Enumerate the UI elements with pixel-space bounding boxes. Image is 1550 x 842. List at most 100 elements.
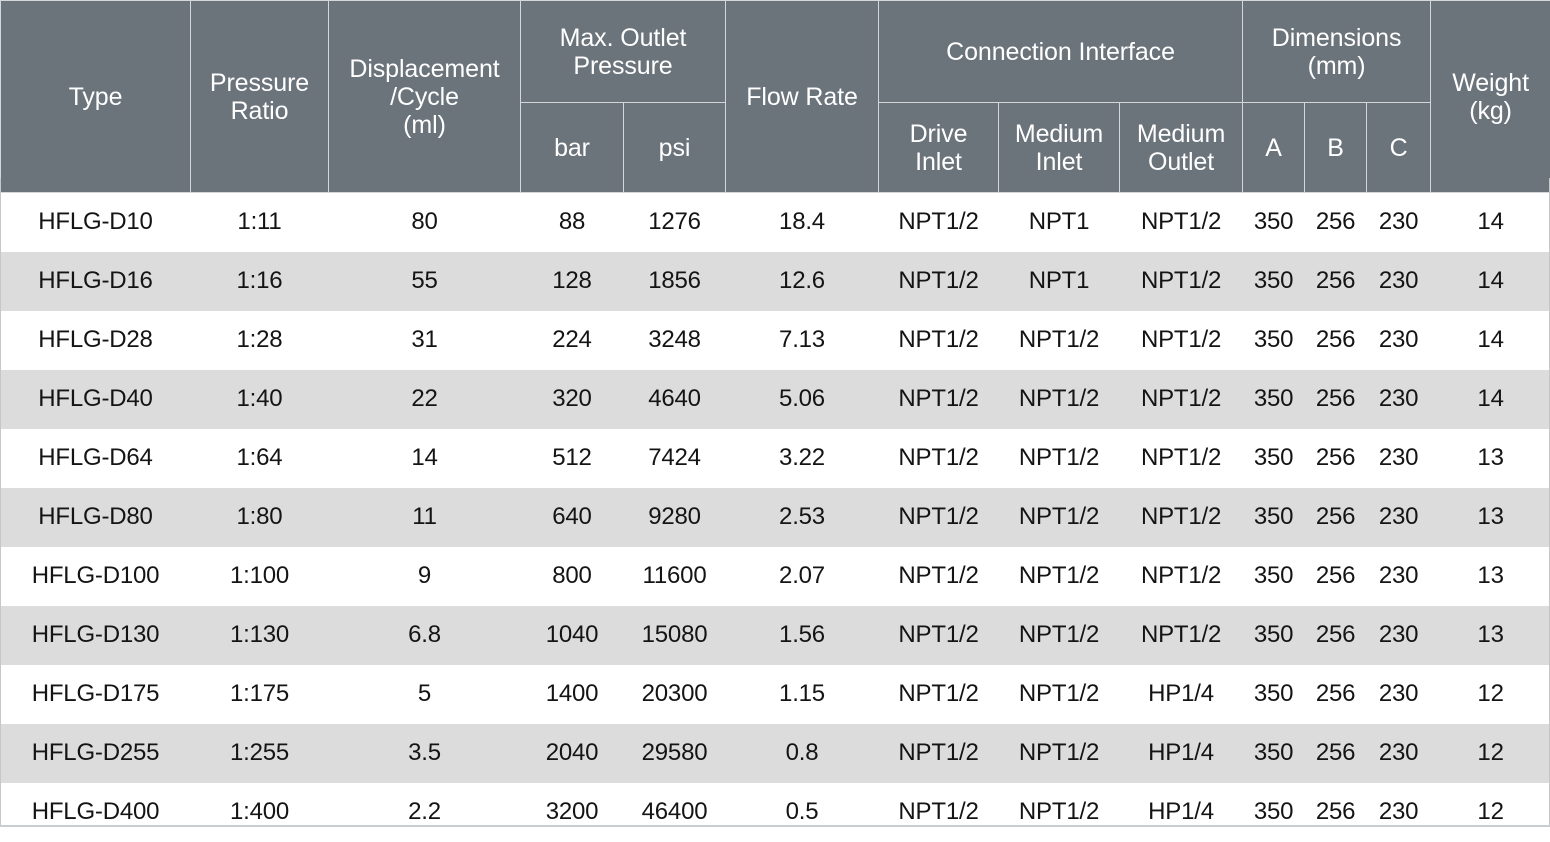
cell-dim-a: 350 bbox=[1243, 665, 1305, 724]
cell-bar: 88 bbox=[521, 193, 624, 253]
cell-dim-c: 230 bbox=[1367, 724, 1431, 783]
cell-drive-inlet: NPT1/2 bbox=[879, 252, 999, 311]
cell-medium-inlet: NPT1/2 bbox=[999, 783, 1120, 842]
column-header-psi: psi bbox=[624, 103, 726, 193]
column-header-medium-inlet: MediumInlet bbox=[999, 103, 1120, 193]
cell-medium-outlet: NPT1/2 bbox=[1120, 547, 1243, 606]
cell-type: HFLG-D40 bbox=[1, 370, 191, 429]
cell-flow-rate: 7.13 bbox=[726, 311, 879, 370]
cell-displacement: 6.8 bbox=[329, 606, 521, 665]
cell-medium-outlet: HP1/4 bbox=[1120, 665, 1243, 724]
cell-drive-inlet: NPT1/2 bbox=[879, 547, 999, 606]
cell-medium-inlet: NPT1/2 bbox=[999, 606, 1120, 665]
cell-dim-c: 230 bbox=[1367, 429, 1431, 488]
cell-dim-c: 230 bbox=[1367, 606, 1431, 665]
cell-type: HFLG-D255 bbox=[1, 724, 191, 783]
cell-drive-inlet: NPT1/2 bbox=[879, 370, 999, 429]
cell-psi: 9280 bbox=[624, 488, 726, 547]
column-header-displacement-per-cycle: Displacement/Cycle(ml) bbox=[329, 1, 521, 193]
cell-type: HFLG-D130 bbox=[1, 606, 191, 665]
cell-weight: 12 bbox=[1431, 665, 1550, 724]
cell-displacement: 5 bbox=[329, 665, 521, 724]
table-row: HFLG-D1001:1009800116002.07NPT1/2NPT1/2N… bbox=[1, 547, 1550, 606]
cell-flow-rate: 2.07 bbox=[726, 547, 879, 606]
cell-dim-b: 256 bbox=[1305, 311, 1367, 370]
column-header-connection-interface: Connection Interface bbox=[879, 1, 1243, 103]
cell-displacement: 9 bbox=[329, 547, 521, 606]
table-row: HFLG-D1301:1306.81040150801.56NPT1/2NPT1… bbox=[1, 606, 1550, 665]
cell-dim-b: 256 bbox=[1305, 783, 1367, 842]
cell-medium-outlet: NPT1/2 bbox=[1120, 429, 1243, 488]
table-row: HFLG-D1751:17551400203001.15NPT1/2NPT1/2… bbox=[1, 665, 1550, 724]
cell-medium-outlet: NPT1/2 bbox=[1120, 606, 1243, 665]
cell-psi: 29580 bbox=[624, 724, 726, 783]
cell-drive-inlet: NPT1/2 bbox=[879, 193, 999, 253]
cell-dim-c: 230 bbox=[1367, 370, 1431, 429]
table-frame-bottom bbox=[0, 825, 1550, 827]
cell-drive-inlet: NPT1/2 bbox=[879, 606, 999, 665]
cell-dim-a: 350 bbox=[1243, 724, 1305, 783]
cell-medium-inlet: NPT1/2 bbox=[999, 547, 1120, 606]
cell-type: HFLG-D28 bbox=[1, 311, 191, 370]
cell-pressure-ratio: 1:175 bbox=[191, 665, 329, 724]
cell-dim-a: 350 bbox=[1243, 252, 1305, 311]
cell-dim-b: 256 bbox=[1305, 252, 1367, 311]
cell-pressure-ratio: 1:130 bbox=[191, 606, 329, 665]
cell-medium-inlet: NPT1 bbox=[999, 252, 1120, 311]
cell-weight: 14 bbox=[1431, 252, 1550, 311]
table-body: HFLG-D101:118088127618.4NPT1/2NPT1NPT1/2… bbox=[1, 193, 1550, 842]
cell-medium-inlet: NPT1/2 bbox=[999, 488, 1120, 547]
cell-psi: 1856 bbox=[624, 252, 726, 311]
column-header-bar: bar bbox=[521, 103, 624, 193]
cell-bar: 224 bbox=[521, 311, 624, 370]
cell-dim-b: 256 bbox=[1305, 606, 1367, 665]
cell-displacement: 14 bbox=[329, 429, 521, 488]
cell-flow-rate: 18.4 bbox=[726, 193, 879, 253]
cell-weight: 12 bbox=[1431, 724, 1550, 783]
cell-flow-rate: 3.22 bbox=[726, 429, 879, 488]
cell-weight: 13 bbox=[1431, 488, 1550, 547]
cell-type: HFLG-D16 bbox=[1, 252, 191, 311]
column-header-dimension-b: B bbox=[1305, 103, 1367, 193]
cell-pressure-ratio: 1:80 bbox=[191, 488, 329, 547]
cell-displacement: 11 bbox=[329, 488, 521, 547]
column-header-medium-outlet: MediumOutlet bbox=[1120, 103, 1243, 193]
cell-dim-b: 256 bbox=[1305, 370, 1367, 429]
cell-dim-a: 350 bbox=[1243, 606, 1305, 665]
cell-medium-outlet: HP1/4 bbox=[1120, 783, 1243, 842]
cell-drive-inlet: NPT1/2 bbox=[879, 311, 999, 370]
cell-weight: 14 bbox=[1431, 193, 1550, 253]
cell-medium-outlet: NPT1/2 bbox=[1120, 370, 1243, 429]
cell-weight: 13 bbox=[1431, 547, 1550, 606]
cell-medium-outlet: NPT1/2 bbox=[1120, 488, 1243, 547]
cell-displacement: 3.5 bbox=[329, 724, 521, 783]
column-header-type: Type bbox=[1, 1, 191, 193]
cell-bar: 800 bbox=[521, 547, 624, 606]
column-header-dimension-a: A bbox=[1243, 103, 1305, 193]
cell-medium-inlet: NPT1 bbox=[999, 193, 1120, 253]
cell-drive-inlet: NPT1/2 bbox=[879, 488, 999, 547]
cell-bar: 1400 bbox=[521, 665, 624, 724]
cell-pressure-ratio: 1:100 bbox=[191, 547, 329, 606]
cell-dim-b: 256 bbox=[1305, 193, 1367, 253]
cell-flow-rate: 2.53 bbox=[726, 488, 879, 547]
cell-psi: 4640 bbox=[624, 370, 726, 429]
table-row: HFLG-D161:1655128185612.6NPT1/2NPT1NPT1/… bbox=[1, 252, 1550, 311]
cell-type: HFLG-D80 bbox=[1, 488, 191, 547]
cell-displacement: 80 bbox=[329, 193, 521, 253]
cell-type: HFLG-D400 bbox=[1, 783, 191, 842]
table-row: HFLG-D4001:4002.23200464000.5NPT1/2NPT1/… bbox=[1, 783, 1550, 842]
cell-type: HFLG-D10 bbox=[1, 193, 191, 253]
cell-type: HFLG-D100 bbox=[1, 547, 191, 606]
column-header-flow-rate: Flow Rate bbox=[726, 1, 879, 193]
cell-dim-c: 230 bbox=[1367, 488, 1431, 547]
table-header: Type PressureRatio Displacement/Cycle(ml… bbox=[1, 1, 1550, 193]
cell-flow-rate: 0.5 bbox=[726, 783, 879, 842]
cell-drive-inlet: NPT1/2 bbox=[879, 665, 999, 724]
cell-displacement: 22 bbox=[329, 370, 521, 429]
cell-bar: 320 bbox=[521, 370, 624, 429]
cell-dim-a: 350 bbox=[1243, 488, 1305, 547]
cell-displacement: 55 bbox=[329, 252, 521, 311]
table-row: HFLG-D2551:2553.52040295800.8NPT1/2NPT1/… bbox=[1, 724, 1550, 783]
cell-flow-rate: 1.15 bbox=[726, 665, 879, 724]
